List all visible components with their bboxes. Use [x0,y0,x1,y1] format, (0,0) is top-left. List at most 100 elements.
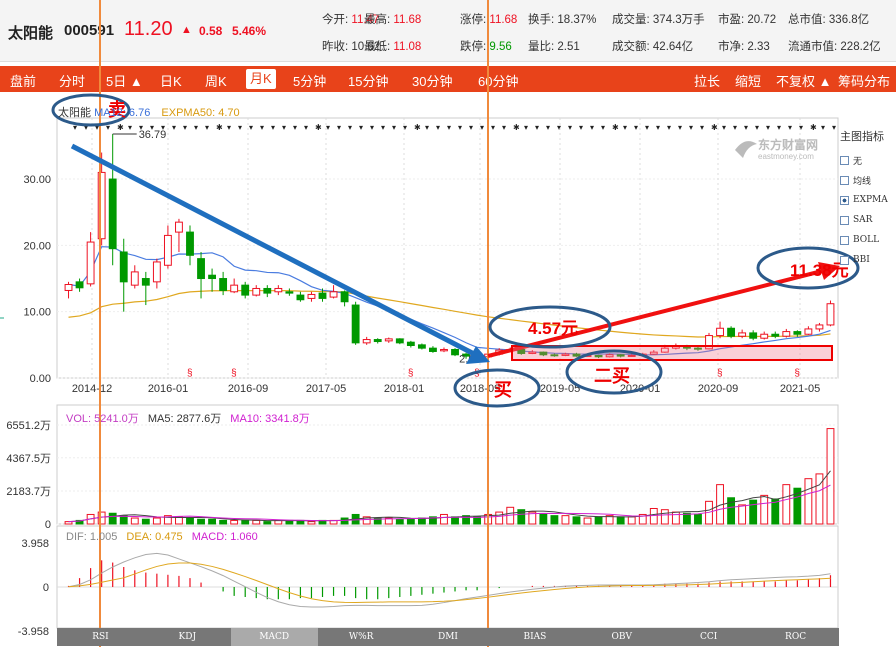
candle-body [329,291,338,298]
indicator-tab-obv[interactable]: OBV [578,628,665,646]
marker-glyph: ▾ [568,123,572,132]
indicator-option-3[interactable]: SAR [840,210,896,230]
down-trend-arrow [70,143,480,359]
macd-dif-line [68,552,831,608]
candle-body [395,338,404,344]
candle-body [429,347,437,352]
volume-bar [395,518,404,525]
volume-axis-label: 2183.7万 [6,486,51,498]
time-axis-label: 2020-09 [698,383,738,395]
volume-bar [539,513,548,525]
time-axis-label: 2018-01 [384,383,424,395]
legend-macd: MACD: 1.060 [191,531,258,543]
volume-bar [119,515,128,525]
indicator-tab-bias[interactable]: BIAS [491,628,578,646]
candle-body [826,303,835,326]
candle-body [175,221,183,233]
volume-bar [550,515,559,525]
candle-body [86,241,95,285]
radio-icon[interactable] [840,215,849,225]
volume-bar [340,517,349,525]
indicator-tab-rsi[interactable]: RSI [57,628,144,646]
marker-glyph: ▾ [535,123,539,132]
volume-bar [694,513,702,525]
watermark-text: 东方财富网 [758,137,818,152]
marker-glyph: ▾ [238,123,242,132]
volume-bar [108,512,117,525]
indicator-option-label: BOLL [853,235,880,245]
volume-bar [208,518,217,525]
marker-glyph: ▾ [326,123,330,132]
candle-body [727,327,736,337]
buy-label: 买 [494,380,512,400]
marker-glyph: ▾ [777,123,781,132]
indicator-tab-wpctr[interactable]: W%R [318,628,405,646]
indicator-option-1[interactable]: 均线 [840,170,896,190]
indicator-option-5[interactable]: BBI [840,250,896,270]
marker-glyph: ✱ [612,123,619,132]
volume-bar [682,512,691,525]
indicator-option-4[interactable]: BOLL [840,230,896,250]
candle-body [793,331,802,335]
indicator-option-2[interactable]: EXPMA [840,190,896,210]
candle-body [318,292,327,299]
time-axis-label: 2016-09 [228,383,268,395]
candle-body [130,271,139,286]
vol-legend: VOL: 5241.0万 MA5: 2877.6万 MA10: 3341.8万 [66,410,310,426]
marker-glyph: ▾ [689,123,693,132]
high-label: 36.79 [139,129,167,141]
volume-bar [263,521,272,525]
indicator-option-label: 无 [853,156,863,167]
radio-icon[interactable] [840,195,849,205]
marker-glyph: ▾ [722,123,726,132]
legend-dea: DEA: 0.475 [126,531,183,543]
indicator-tab-roc[interactable]: ROC [752,628,839,646]
radio-icon[interactable] [840,255,849,265]
volume-bar [826,428,835,525]
marker-glyph: ▾ [832,123,836,132]
candle-body [782,331,791,337]
candle-body [384,338,393,342]
volume-bar [760,494,769,525]
legend-ma5: MA5: 2877.6万 [147,413,222,425]
macd-axis-label: -3.958 [18,626,49,638]
marker-glyph: ▾ [337,123,341,132]
signal-marker-icon: § [231,368,237,379]
indicator-tab-dmi[interactable]: DMI [405,628,492,646]
eastmoney-logo-icon [735,141,757,158]
marker-glyph: ▾ [304,123,308,132]
radio-icon[interactable] [840,175,849,185]
price-axis-label: 0.00 [30,373,51,385]
indicator-panel-title: 主图指标 [840,131,884,143]
marker-glyph: ✱ [117,123,124,132]
candle-body [440,348,448,352]
volume-bar [561,515,570,525]
signal-marker-icon: § [794,368,800,379]
marker-glyph: ▾ [601,123,605,132]
radio-icon[interactable] [840,235,849,245]
marker-glyph: ✱ [711,123,718,132]
indicator-tab-kdj[interactable]: KDJ [144,628,231,646]
legend-ma12: MA12: 6.76 [94,107,151,119]
marker-glyph: ▾ [744,123,748,132]
legend-name: 太阳能 [58,107,91,119]
marker-glyph: ▾ [733,123,737,132]
candle-body [738,332,747,337]
radio-icon[interactable] [840,155,849,165]
marker-glyph: ✱ [414,123,421,132]
candle-body [307,293,316,299]
indicator-tabs: RSI KDJ MACD W%R DMI BIAS OBV CCI ROC [57,628,839,646]
indicator-option-label: SAR [853,215,873,225]
volume-bar [406,518,415,525]
kline-chart: ▾ ▾ ▾ ▾ ✱ ▾ ▾ ▾ ▾ ▾ ▾ ▾ ▾ ✱ ▾ ▾ ▾ ▾ ▾ ▾ ▾ ▾ ✱ ▾ ▾ ▾ ▾ ▾ ▾ ▾ ▾ ✱ ▾ ▾ ▾ ▾ ▾ ▾ ▾ ▾… [0,0,860,647]
volume-bar [671,511,680,525]
indicator-option-label: 均线 [853,176,872,187]
time-axis-label: 2017-05 [306,383,346,395]
volume-bar [749,499,758,525]
marker-glyph: ▾ [788,123,792,132]
indicator-tab-cci[interactable]: CCI [665,628,752,646]
indicator-option-0[interactable]: 无 [840,150,896,170]
signal-marker-icon: § [408,368,414,379]
indicator-tab-macd[interactable]: MACD [230,628,318,646]
marker-glyph: ▾ [183,123,187,132]
